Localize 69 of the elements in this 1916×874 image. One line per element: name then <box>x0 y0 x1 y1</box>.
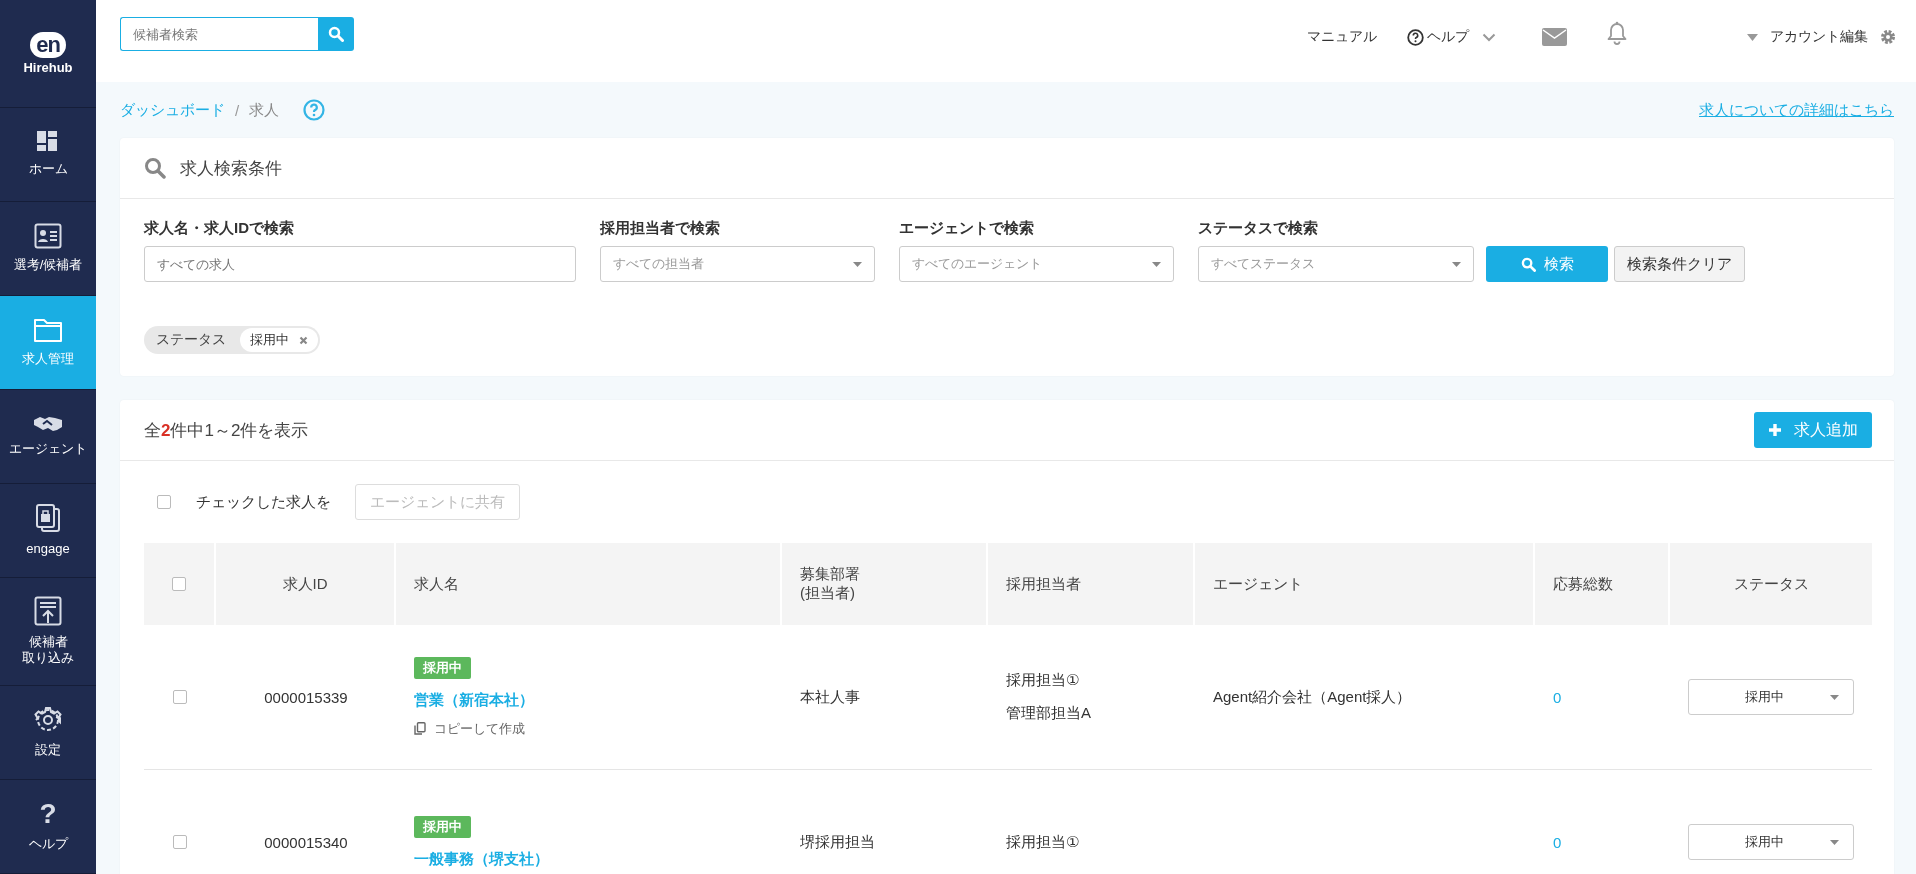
row-checkbox[interactable] <box>173 690 187 704</box>
account-menu[interactable]: アカウント編集 <box>1747 28 1896 46</box>
search-button[interactable] <box>318 17 354 51</box>
profile-card-icon <box>34 222 62 249</box>
column-header: ステータス <box>1732 573 1810 594</box>
remove-icon <box>299 335 308 345</box>
department: 堺採用担当 <box>800 832 876 852</box>
job-search-field[interactable]: すべての求人 <box>144 246 576 282</box>
job-id: 0000015339 <box>264 688 348 706</box>
search-icon <box>1520 256 1536 272</box>
chip-value[interactable]: 採用中 <box>240 328 318 352</box>
field-label: 求人名・求人IDで検索 <box>144 219 295 238</box>
chevron-down-icon <box>1482 32 1496 42</box>
agent-name: Agent紹介会社（Agent採人） <box>1213 687 1413 707</box>
plus-icon <box>1768 423 1782 437</box>
caret-icon <box>1152 261 1161 267</box>
breadcrumb-separator: / <box>235 101 240 119</box>
documents-icon <box>35 503 61 534</box>
status-dropdown[interactable]: 採用中 <box>1688 824 1854 860</box>
upload-icon <box>34 595 62 626</box>
caret-icon <box>1830 694 1839 700</box>
column-header: エージェント <box>1195 543 1535 625</box>
search-icon <box>144 157 166 179</box>
status-dropdown[interactable]: 採用中 <box>1688 679 1854 715</box>
column-header: 採用担当者 <box>988 543 1195 625</box>
caret-icon <box>1830 839 1839 845</box>
bell-icon[interactable] <box>1607 21 1627 45</box>
help-icon[interactable] <box>303 99 326 121</box>
field-label: ステータスで検索 <box>1198 219 1319 238</box>
dashboard-icon <box>37 130 59 153</box>
row-checkbox[interactable] <box>173 835 187 849</box>
question-circle-icon <box>1407 28 1424 46</box>
copy-create-link[interactable]: コピーして作成 <box>414 719 525 738</box>
logo-mark: en <box>30 31 66 58</box>
logo-name: Hirehub <box>23 59 73 75</box>
search-icon <box>328 26 344 42</box>
gear-icon <box>1880 29 1896 45</box>
column-header: 求人名 <box>396 543 782 625</box>
recruiter-name: 採用担当① <box>1006 832 1081 852</box>
select-all-checkbox[interactable] <box>172 577 186 591</box>
copy-icon <box>414 722 426 735</box>
recruiter-name: 管理部担当A <box>1006 704 1092 723</box>
question-mark-icon: ? <box>39 800 57 828</box>
caret-icon <box>1452 261 1461 267</box>
status-tag: 採用中 <box>414 815 471 838</box>
folder-icon <box>33 316 63 343</box>
mail-icon[interactable] <box>1542 28 1567 46</box>
clear-button[interactable]: 検索条件クリア <box>1614 246 1745 282</box>
help-menu[interactable]: ヘルプ <box>1407 28 1496 46</box>
field-label: エージェントで検索 <box>899 219 1035 238</box>
manual-link[interactable]: マニュアル <box>1307 28 1377 46</box>
settings-icon <box>34 705 62 734</box>
handshake-icon <box>33 415 63 434</box>
column-header: 求人ID <box>216 543 396 625</box>
panel-title: 求人検索条件 <box>180 157 282 180</box>
result-count: 全2件中1～2件を表示 <box>144 419 309 442</box>
candidate-search-field[interactable]: 候補者検索 <box>120 17 318 51</box>
job-id: 0000015340 <box>264 833 348 851</box>
recruiter-name: 採用担当① <box>1006 671 1081 690</box>
status-tag: 採用中 <box>414 656 471 679</box>
department: 本社人事 <box>800 687 861 707</box>
column-header: 募集部署 (担当者) <box>782 543 988 625</box>
bulk-action-label: チェックした求人を <box>196 492 331 512</box>
field-label: 採用担当者で検索 <box>600 219 721 238</box>
chip-label: ステータス <box>155 331 227 349</box>
caret-icon <box>853 261 862 267</box>
column-header: 応募総数 <box>1535 543 1670 625</box>
breadcrumb-current: 求人 <box>249 100 280 120</box>
caret-icon <box>1747 33 1758 41</box>
